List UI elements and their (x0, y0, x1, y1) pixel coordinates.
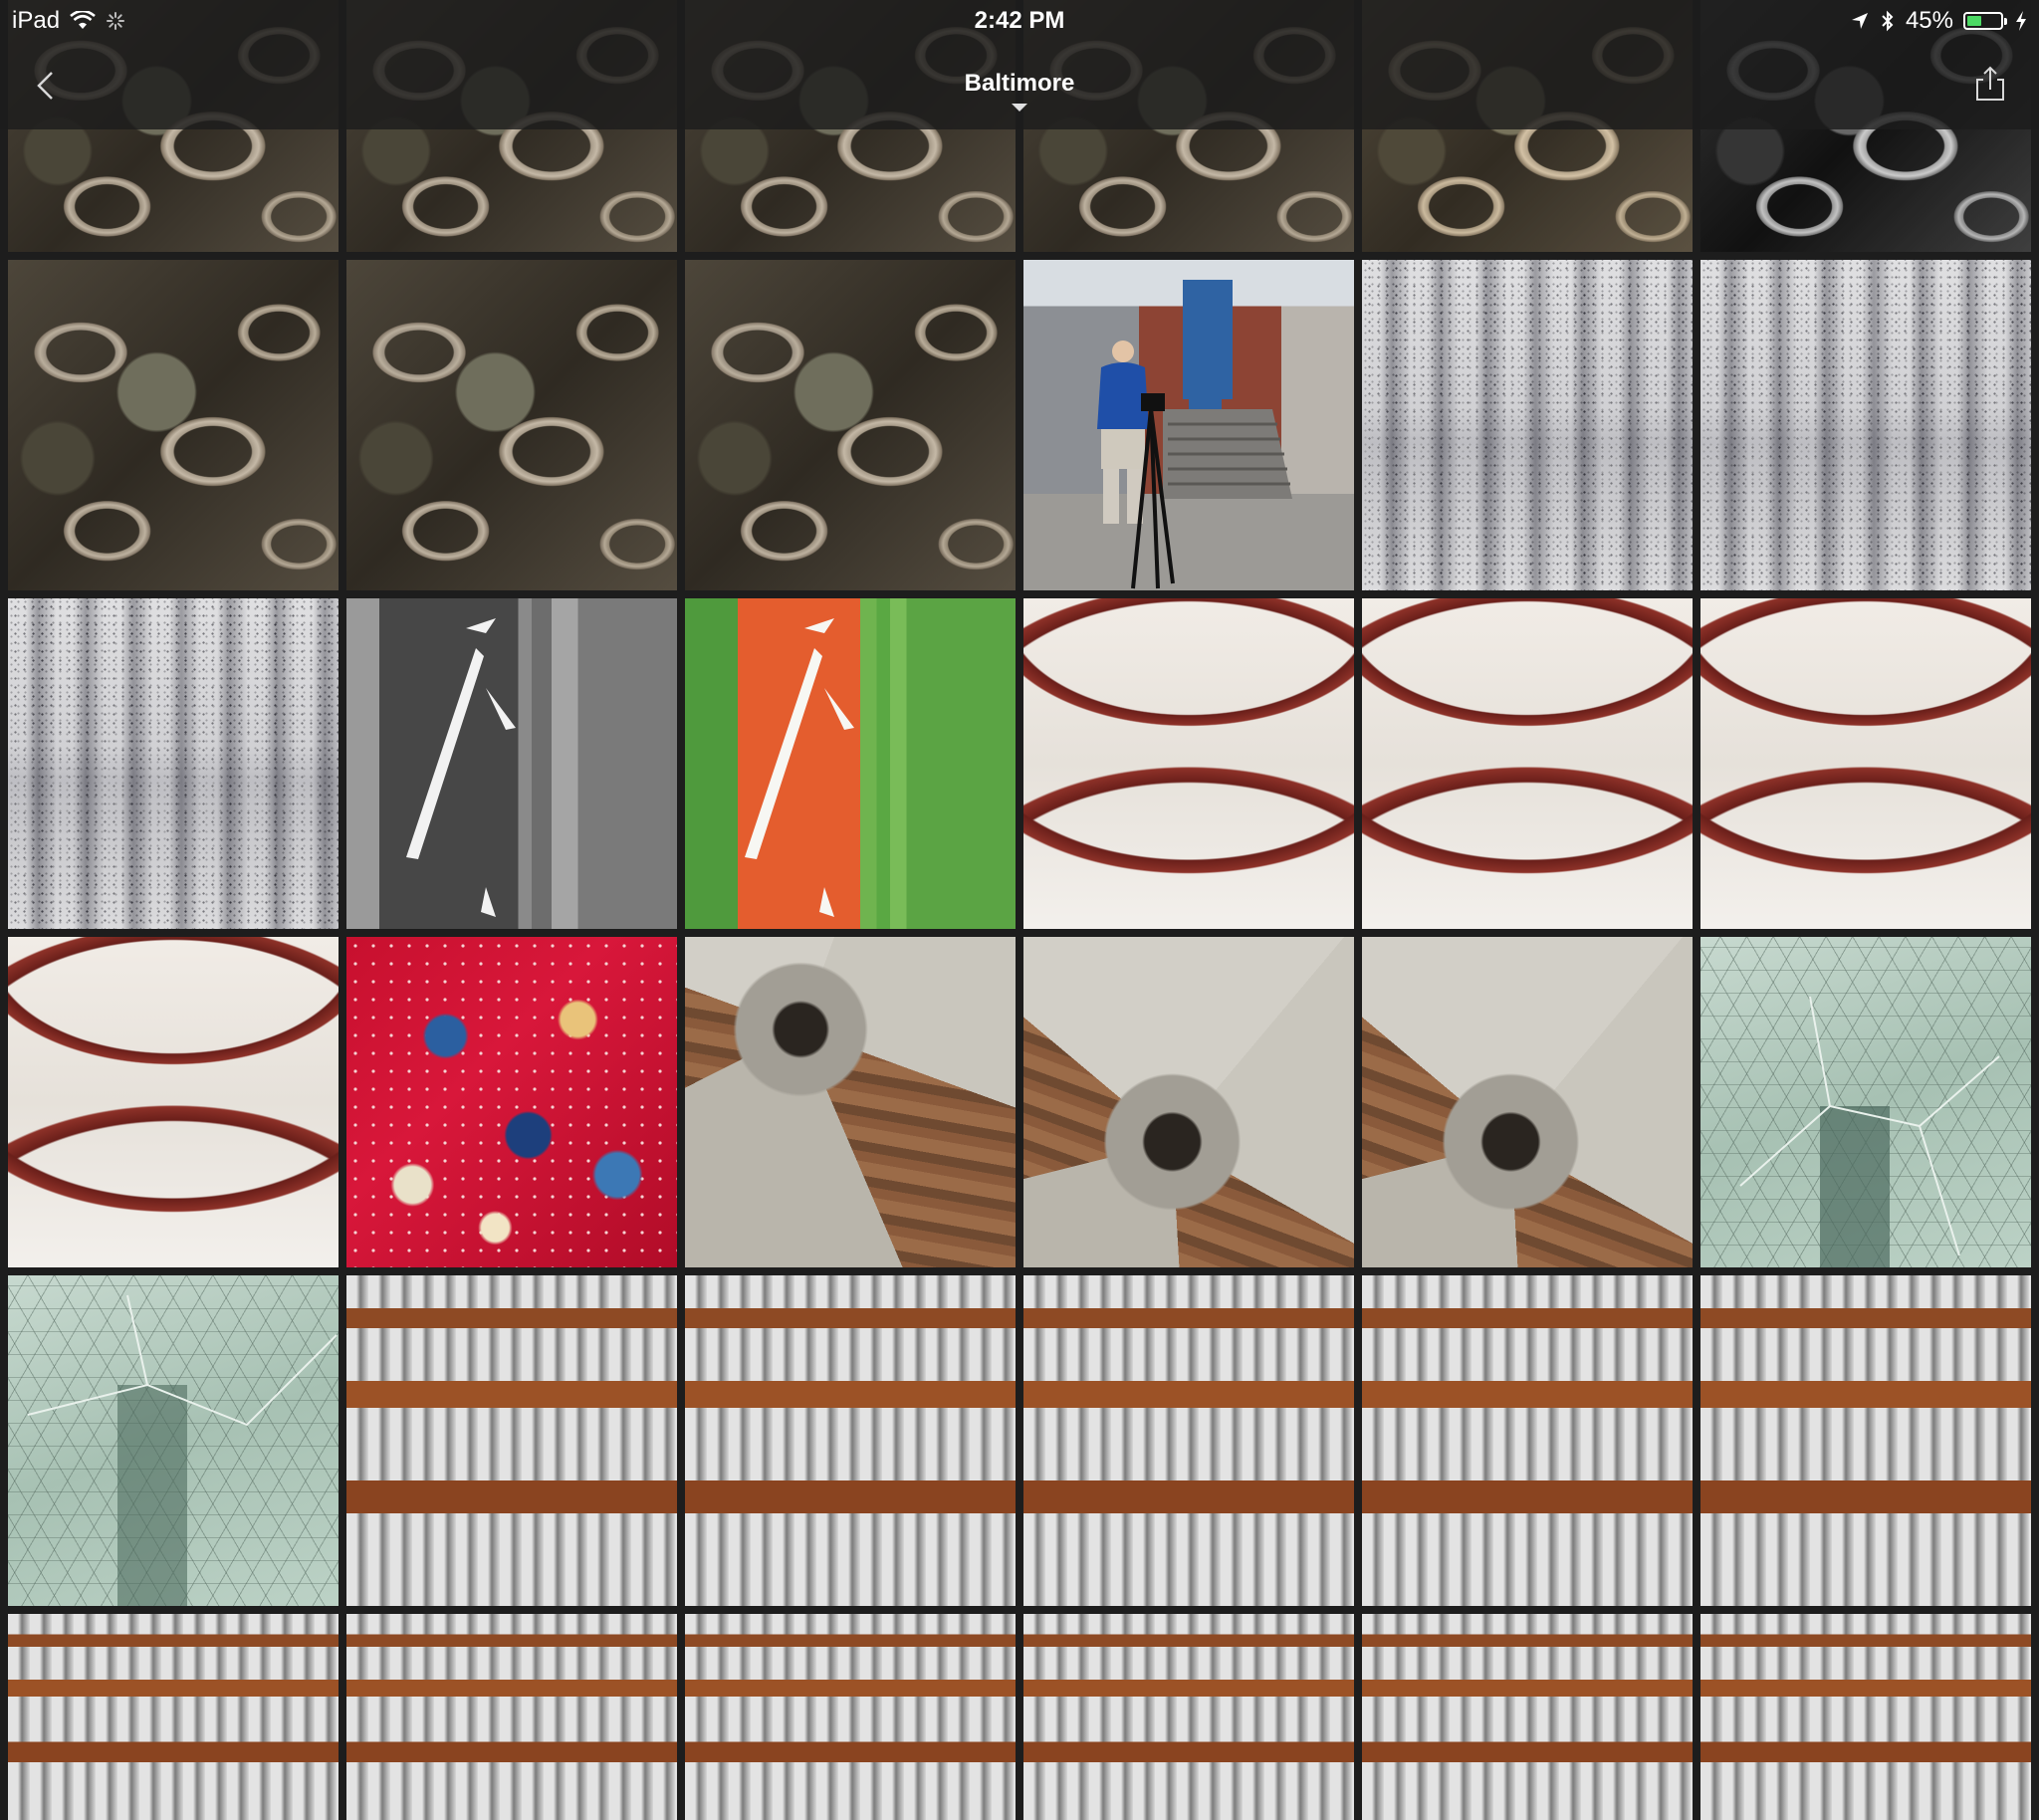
photo-thumbnail[interactable] (8, 260, 339, 590)
photo-thumbnail[interactable] (8, 1275, 339, 1606)
photo-thumbnail[interactable] (1700, 1614, 2031, 1820)
photo-thumbnail[interactable] (1023, 1275, 1354, 1606)
title-area: Baltimore (0, 70, 2039, 112)
photo-thumbnail[interactable] (1362, 260, 1693, 590)
photo-thumbnail[interactable] (8, 937, 339, 1267)
streak-mark (406, 618, 516, 917)
photo-thumbnail[interactable] (1700, 598, 2031, 929)
photo-thumbnail[interactable] (685, 1614, 1016, 1820)
photo-thumbnail[interactable] (1023, 1614, 1354, 1820)
charging-bolt-icon (2016, 11, 2026, 31)
photo-thumbnail[interactable] (685, 260, 1016, 590)
photo-thumbnail[interactable] (1023, 598, 1354, 929)
battery-icon (1963, 12, 2007, 30)
photographer-scene (1023, 280, 1354, 590)
photo-thumbnail[interactable] (346, 260, 677, 590)
battery-fill (1967, 16, 1982, 26)
photo-thumbnail[interactable] (1700, 937, 2031, 1267)
photo-thumbnail[interactable] (685, 937, 1016, 1267)
photo-thumbnail[interactable] (685, 1275, 1016, 1606)
photo-thumbnail[interactable] (1362, 1275, 1693, 1606)
photo-thumbnail[interactable] (1362, 937, 1693, 1267)
streak-mark (745, 618, 854, 917)
photo-grid (0, 0, 2039, 1820)
bluetooth-icon (1882, 10, 1894, 32)
photo-thumbnail[interactable] (8, 598, 339, 929)
photo-thumbnail[interactable] (1700, 1275, 2031, 1606)
navigation-bar: Baltimore (0, 50, 2039, 119)
photo-thumbnail[interactable] (346, 598, 677, 929)
photo-thumbnail[interactable] (346, 937, 677, 1267)
album-title[interactable]: Baltimore (965, 70, 1075, 97)
photo-thumbnail[interactable] (1362, 1614, 1693, 1820)
photo-thumbnail[interactable] (685, 598, 1016, 929)
battery-percent: 45% (1905, 7, 1953, 34)
photo-thumbnail[interactable] (1362, 598, 1693, 929)
photo-thumbnail[interactable] (1700, 260, 2031, 590)
photo-thumbnail[interactable] (346, 1614, 677, 1820)
photo-thumbnail[interactable] (1023, 260, 1354, 590)
photo-thumbnail[interactable] (1023, 937, 1354, 1267)
top-bar: iPad 2:42 PM 45% Baltimore (0, 0, 2039, 129)
status-bar: iPad 2:42 PM 45% (0, 0, 2039, 40)
status-right: 45% (1850, 7, 2027, 35)
share-button[interactable] (1965, 60, 2015, 110)
glass-shard (1739, 996, 2000, 1267)
photo-thumbnail[interactable] (346, 1275, 677, 1606)
clock: 2:42 PM (974, 7, 1065, 34)
glass-shard (27, 1294, 338, 1606)
caret-down-icon[interactable] (1012, 104, 1027, 112)
photo-thumbnail[interactable] (8, 1614, 339, 1820)
share-icon (1976, 66, 2004, 101)
location-arrow-icon (1851, 13, 1868, 29)
